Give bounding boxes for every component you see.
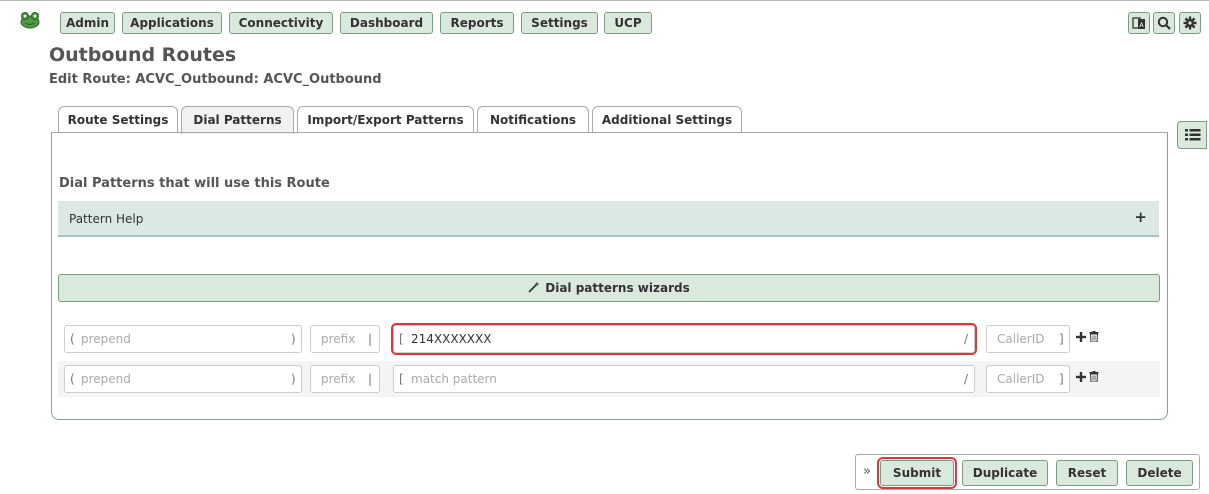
- callerid-input[interactable]: CallerID: [997, 326, 1045, 352]
- settings-button[interactable]: [1179, 12, 1201, 34]
- language-button[interactable]: A: [1128, 12, 1150, 34]
- pipe-separator: |: [368, 366, 373, 392]
- prefix-input[interactable]: prefix: [321, 366, 355, 392]
- dial-patterns-wizard-button[interactable]: Dial patterns wizards: [58, 274, 1160, 302]
- tab-additional-settings[interactable]: Additional Settings: [592, 106, 742, 133]
- duplicate-button[interactable]: Duplicate: [962, 460, 1048, 486]
- nav-applications[interactable]: Applications: [122, 12, 222, 34]
- close-bracket: ]: [1059, 366, 1064, 392]
- slash-separator: /: [964, 326, 969, 352]
- close-paren: ): [291, 326, 296, 352]
- magic-wand-icon: [528, 281, 540, 296]
- edit-route-subtitle: Edit Route: ACVC_Outbound: ACVC_Outbound: [49, 72, 382, 87]
- pipe-separator: |: [368, 326, 373, 352]
- expand-plus-icon[interactable]: +: [1134, 208, 1147, 226]
- open-paren: (: [70, 326, 75, 352]
- open-paren: (: [70, 366, 75, 392]
- match-pattern-group: [ 214XXXXXXX /: [391, 323, 977, 355]
- nav-connectivity[interactable]: Connectivity: [229, 12, 333, 34]
- pattern-help-label: Pattern Help: [69, 212, 144, 226]
- sidebar-toggle-button[interactable]: [1177, 121, 1207, 149]
- nav-admin[interactable]: Admin: [60, 12, 115, 34]
- dial-pattern-row: ( prepend ) prefix | [ 214XXXXXXX / Call…: [58, 321, 1160, 357]
- tab-import-export-patterns[interactable]: Import/Export Patterns: [297, 106, 474, 133]
- match-pattern-group: [ match pattern /: [393, 365, 975, 393]
- prefix-group: prefix |: [310, 325, 380, 353]
- nav-dashboard[interactable]: Dashboard: [340, 12, 433, 34]
- nav-ucp[interactable]: UCP: [604, 12, 652, 34]
- open-bracket: [: [399, 326, 404, 352]
- close-paren: ): [291, 366, 296, 392]
- nav-settings[interactable]: Settings: [521, 12, 598, 34]
- callerid-group: CallerID ]: [986, 365, 1070, 393]
- open-bracket: [: [399, 366, 404, 392]
- delete-button[interactable]: Delete: [1126, 460, 1193, 486]
- prepend-group: ( prepend ): [64, 325, 302, 353]
- dial-patterns-heading: Dial Patterns that will use this Route: [59, 176, 330, 191]
- form-action-bar: » Submit Duplicate Reset Delete: [855, 454, 1200, 490]
- dial-pattern-row: ( prepend ) prefix | [ match pattern / C…: [58, 361, 1160, 397]
- nav-reports[interactable]: Reports: [440, 12, 514, 34]
- search-button[interactable]: [1153, 12, 1175, 34]
- tab-route-settings[interactable]: Route Settings: [58, 106, 178, 133]
- submit-button[interactable]: Submit: [877, 457, 957, 489]
- prepend-input[interactable]: prepend: [81, 326, 131, 352]
- page-title: Outbound Routes: [49, 44, 237, 66]
- prefix-group: prefix |: [310, 365, 380, 393]
- collapse-action-bar-icon[interactable]: »: [863, 464, 871, 479]
- match-pattern-input[interactable]: 214XXXXXXX: [411, 326, 491, 352]
- slash-separator: /: [964, 366, 969, 392]
- tab-dial-patterns[interactable]: Dial Patterns: [181, 106, 294, 134]
- prepend-group: ( prepend ): [64, 365, 302, 393]
- tab-notifications[interactable]: Notifications: [477, 106, 589, 133]
- wizard-label: Dial patterns wizards: [545, 281, 690, 295]
- prepend-input[interactable]: prepend: [81, 366, 131, 392]
- top-navigation-bar: Admin Applications Connectivity Dashboar…: [0, 0, 1209, 41]
- trash-icon[interactable]: [1089, 370, 1099, 386]
- trash-icon[interactable]: [1089, 330, 1099, 346]
- frog-logo-icon[interactable]: [20, 11, 40, 29]
- close-bracket: ]: [1059, 326, 1064, 352]
- reset-button[interactable]: Reset: [1056, 460, 1118, 486]
- callerid-input[interactable]: CallerID: [997, 366, 1045, 392]
- add-row-icon[interactable]: [1076, 330, 1086, 346]
- match-pattern-input[interactable]: match pattern: [411, 366, 497, 392]
- add-row-icon[interactable]: [1076, 370, 1086, 386]
- pattern-help-accordion[interactable]: Pattern Help +: [58, 201, 1159, 237]
- prefix-input[interactable]: prefix: [321, 326, 355, 352]
- callerid-group: CallerID ]: [986, 325, 1070, 353]
